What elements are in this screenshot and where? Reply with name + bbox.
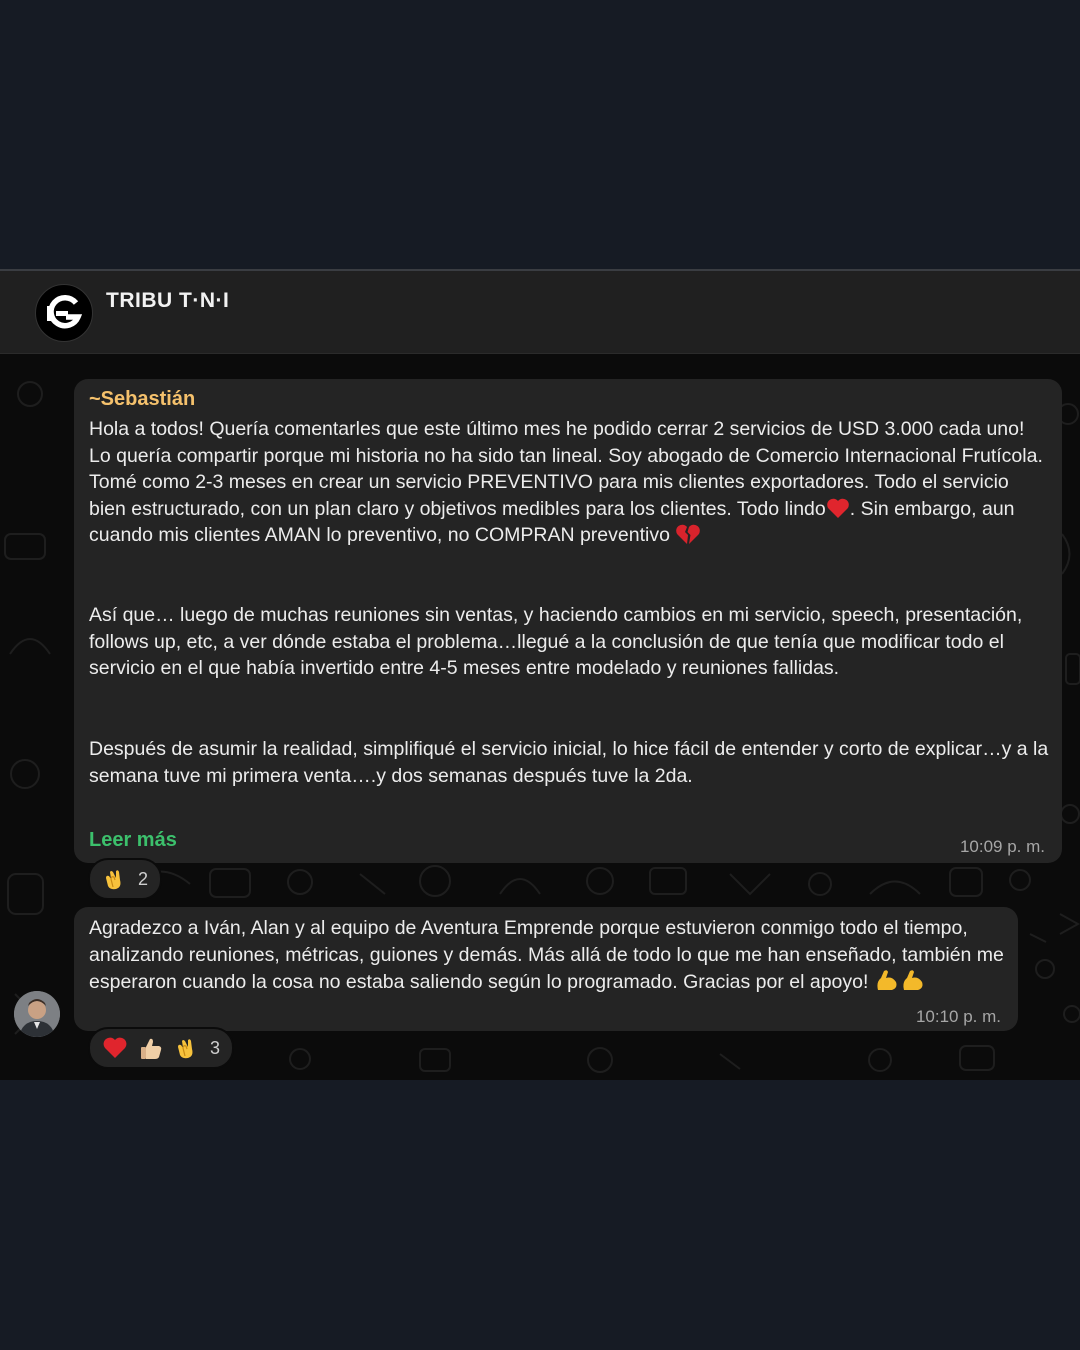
clapping-hands-icon bbox=[178, 1039, 193, 1059]
red-heart-icon bbox=[103, 1037, 127, 1058]
message-timestamp: 10:09 p. m. bbox=[959, 837, 1045, 856]
reaction-count: 3 bbox=[210, 1037, 221, 1058]
flexed-biceps-icon bbox=[903, 970, 923, 990]
flexed-biceps-icon bbox=[877, 970, 897, 990]
red-heart-icon bbox=[826, 498, 849, 518]
chat-messages-area[interactable]: ~Sebastián Hola a todos! Quería comentar… bbox=[0, 354, 1080, 1080]
message-paragraph: Así que… luego de muchas reuniones sin v… bbox=[89, 604, 1023, 679]
message-paragraph: Hola a todos! Quería comentarles que est… bbox=[89, 416, 1049, 549]
message-bubble[interactable]: ~Sebastián Hola a todos! Quería comentar… bbox=[74, 379, 1062, 863]
message-paragraph: Agradezco a Iván, Alan y al equipo de Av… bbox=[89, 915, 1009, 996]
group-title[interactable]: TRIBU T·N·I bbox=[106, 289, 229, 313]
reaction-count: 2 bbox=[138, 868, 149, 889]
reactions-pill[interactable]: 3 bbox=[88, 1027, 235, 1069]
group-logo-icon[interactable] bbox=[35, 284, 93, 342]
reactions-pill[interactable]: 2 bbox=[88, 858, 163, 900]
chat-header[interactable]: TRIBU T·N·I bbox=[0, 271, 1080, 354]
thumbs-up-icon bbox=[141, 1038, 162, 1059]
sender-name[interactable]: ~Sebastián bbox=[89, 386, 195, 413]
read-more-link[interactable]: Leer más bbox=[89, 827, 177, 854]
message-bubble[interactable]: Agradezco a Iván, Alan y al equipo de Av… bbox=[74, 907, 1018, 1031]
clapping-hands-icon bbox=[106, 870, 121, 890]
chat-window: TRIBU T·N·I ~Sebastián Hola a todos! Que… bbox=[0, 269, 1080, 1080]
broken-heart-icon bbox=[676, 524, 701, 544]
sender-avatar[interactable] bbox=[14, 991, 60, 1037]
message-paragraph: Después de asumir la realidad, simplifiq… bbox=[89, 738, 1049, 787]
message-text: Agradezco a Iván, Alan y al equipo de Av… bbox=[89, 917, 1004, 993]
message-timestamp: 10:10 p. m. bbox=[915, 1007, 1001, 1026]
